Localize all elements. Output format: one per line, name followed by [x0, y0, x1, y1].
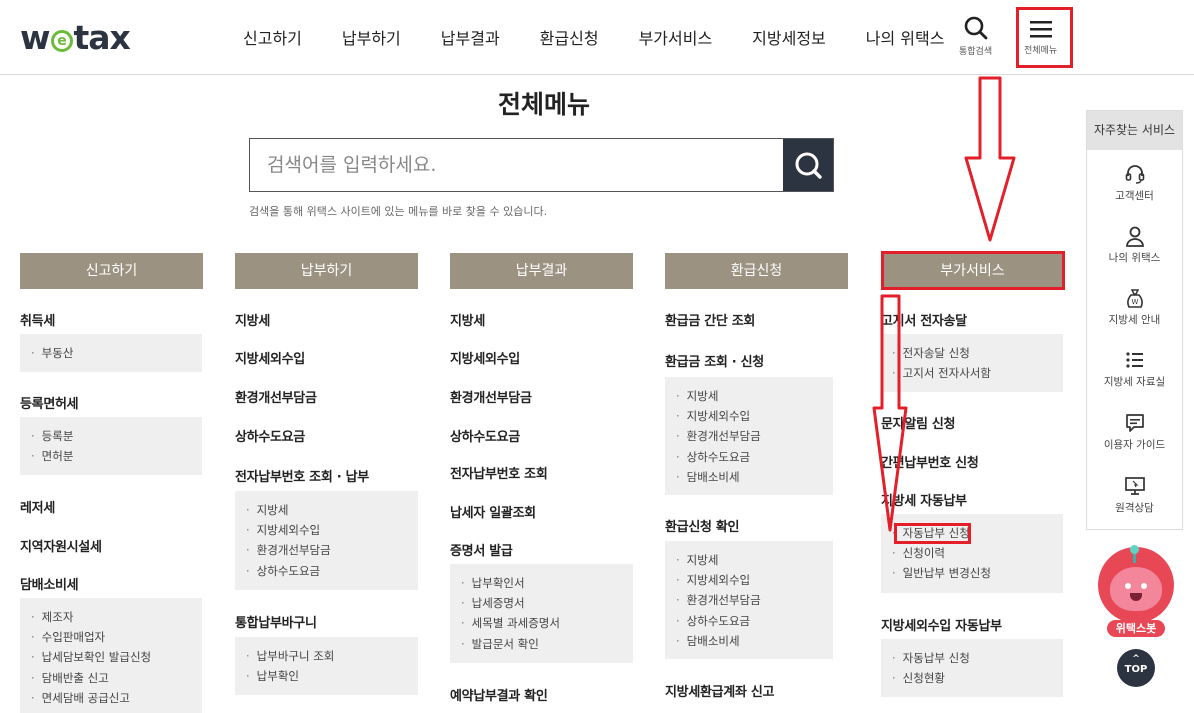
wetax-bot-button[interactable]	[1098, 545, 1174, 623]
person-icon	[1125, 226, 1144, 247]
quick-item-customer-center[interactable]: 고객센터	[1087, 163, 1182, 203]
bot-mascot-icon	[1110, 567, 1162, 611]
chat-icon	[1125, 414, 1144, 432]
quick-item-label: 지방세 안내	[1108, 314, 1161, 326]
annotation-arrows	[872, 76, 1016, 532]
quick-item-label: 이용자 가이드	[1103, 439, 1166, 451]
scroll-top-button[interactable]: ^ TOP	[1117, 649, 1155, 687]
monitor-icon	[1124, 477, 1145, 495]
top-label: TOP	[1124, 664, 1148, 675]
wetax-bot-label[interactable]: 위택스봇	[1107, 620, 1165, 637]
list-icon	[1125, 352, 1143, 368]
arrow-down-small	[872, 294, 908, 532]
quick-item-label: 원격상담	[1115, 502, 1154, 514]
headset-icon	[1125, 165, 1144, 184]
chevron-up-icon: ^	[1132, 654, 1140, 664]
quick-item-user-guide[interactable]: 이용자 가이드	[1087, 412, 1182, 452]
quick-item-remote-support[interactable]: 원격상담	[1087, 475, 1182, 515]
arrow-down-large	[964, 76, 1016, 242]
quick-item-label: 지방세 자료실	[1103, 376, 1166, 388]
quick-item-local-tax-guide[interactable]: W 지방세 안내	[1087, 287, 1182, 327]
quick-item-label: 고객센터	[1115, 190, 1154, 202]
svg-text:W: W	[1131, 298, 1138, 306]
wetax-page: w e tax 신고하기 납부하기 납부결과 환급신청 부가서비스 지방세정보 나의…	[0, 0, 1194, 713]
quick-item-my-wetax[interactable]: 나의 위택스	[1087, 225, 1182, 265]
bot-mouth	[1130, 593, 1142, 601]
quick-menu: 자주찾는 서비스 고객센터 나의 위택스 W 지방세 안내 지방세 자료실 이용…	[1086, 110, 1183, 530]
moneybag-icon: W	[1126, 289, 1143, 308]
quick-item-label: 나의 위택스	[1108, 252, 1161, 264]
bot-eye	[1141, 583, 1147, 589]
quick-menu-title: 자주찾는 서비스	[1087, 111, 1182, 150]
bot-antenna	[1130, 545, 1139, 563]
quick-item-local-tax-archive[interactable]: 지방세 자료실	[1087, 349, 1182, 389]
bot-eye	[1125, 583, 1131, 589]
